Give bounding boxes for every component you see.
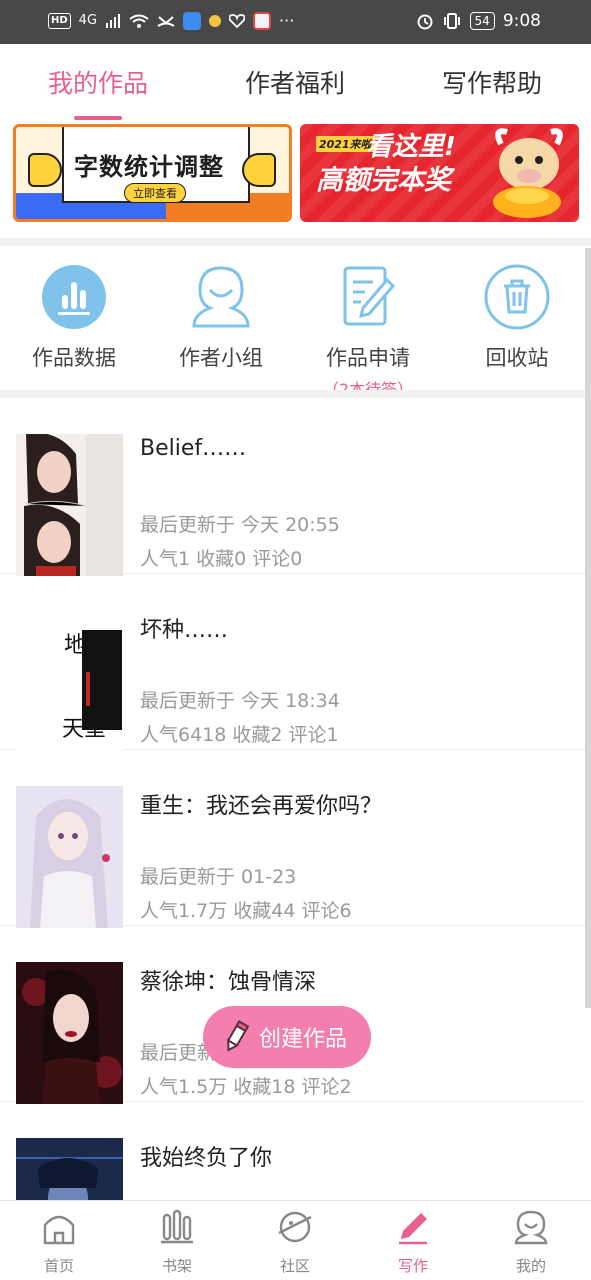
missed-call-icon <box>157 15 175 27</box>
nav-write[interactable]: 写作 <box>373 1209 453 1276</box>
action-label: 作品申请 <box>326 346 410 370</box>
cover-text-top: 地狱 <box>64 633 108 658</box>
work-cover: 地狱 天堂 <box>16 610 123 752</box>
work-stats: 人气1.5万 收藏18 评论2 <box>140 1076 352 1098</box>
work-stats: 人气1 收藏0 评论0 <box>140 548 303 570</box>
action-work-data[interactable]: 作品数据 <box>14 264 134 372</box>
home-icon <box>43 1215 75 1245</box>
vibrate-icon <box>443 13 460 29</box>
pencil-icon <box>227 1020 249 1052</box>
action-work-application[interactable]: 作品申请 （2本待签） <box>308 264 428 400</box>
more-notifications: ··· <box>279 11 295 30</box>
wifi-icon <box>129 14 149 28</box>
megaphone-icon <box>28 153 62 187</box>
banner-title: 字数统计调整 <box>74 153 224 181</box>
megaphone-icon <box>242 153 276 187</box>
nav-home[interactable]: 首页 <box>19 1209 99 1276</box>
text-cover-image: 地狱 天堂 <box>16 610 123 752</box>
portrait-cover-image <box>16 434 123 576</box>
network-indicator: 4G <box>78 13 98 28</box>
create-work-label: 创建作品 <box>259 1027 348 1052</box>
banner-subheadline: 高额完本奖 <box>316 165 451 196</box>
top-tabs: 我的作品 作者福利 写作帮助 <box>0 44 591 122</box>
work-title: 重生：我还会再爱你吗？ <box>140 794 383 819</box>
status-left: HD 4G ··· <box>48 11 294 30</box>
banner-completion-award[interactable]: 2021来啦 看这里! 高额完本奖 <box>300 124 579 222</box>
bar-chart-icon <box>42 265 106 329</box>
work-updated: 最后更新于 今天 20:55 <box>140 514 340 536</box>
nav-bookshelf[interactable]: 书架 <box>137 1209 217 1276</box>
action-recycle-bin[interactable]: 回收站 <box>457 264 577 372</box>
bulb-notification-icon <box>209 14 222 27</box>
action-label: 回收站 <box>485 346 549 370</box>
battery-level: 54 <box>469 12 495 30</box>
heart-notification-icon <box>229 13 246 28</box>
score-notification-icon <box>253 11 272 30</box>
status-bar: HD 4G ··· 54 9:08 <box>0 0 591 44</box>
dark-portrait-cover-image <box>16 962 123 1104</box>
nav-label: 我的 <box>515 1257 546 1275</box>
trash-icon <box>484 264 550 330</box>
section-divider <box>0 238 591 246</box>
work-item[interactable]: 重生：我还会再爱你吗？ 最后更新于 01-23 人气1.7万 收藏44 评论6 <box>0 750 585 928</box>
active-tab-indicator <box>74 116 122 120</box>
work-stats: 人气6418 收藏2 评论1 <box>140 724 339 746</box>
scrollbar[interactable] <box>585 248 591 1008</box>
pen-icon <box>399 1213 427 1245</box>
view-now-button[interactable]: 立即查看 <box>124 183 186 203</box>
nav-label: 写作 <box>397 1257 428 1275</box>
app-root: HD 4G ··· 54 9:08 我的作品 作者福利 写作帮助 字数统计调整 … <box>0 0 591 1280</box>
group-icon <box>192 266 250 328</box>
work-cover <box>16 962 123 1104</box>
hd-indicator: HD <box>48 12 71 29</box>
action-label: 作品数据 <box>32 346 116 370</box>
app-notification-icon <box>183 11 202 30</box>
work-cover <box>16 434 123 576</box>
ox-mascot-icon <box>493 128 563 218</box>
nav-profile[interactable]: 我的 <box>491 1209 571 1276</box>
work-stats: 人气1.7万 收藏44 评论6 <box>140 900 352 922</box>
action-label: 作者小组 <box>179 346 263 370</box>
time: 9:08 <box>502 11 541 31</box>
nav-community[interactable]: 社区 <box>255 1209 335 1276</box>
work-updated: 最后更新于 今天 18:34 <box>140 690 340 712</box>
bottom-nav: 首页 书架 社区 写作 我的 <box>0 1200 591 1280</box>
work-title: 坏种…… <box>140 618 229 643</box>
banner-word-count[interactable]: 字数统计调整 立即查看 <box>13 124 292 222</box>
work-cover <box>16 786 123 928</box>
work-updated: 最后更新于 01-23 <box>140 866 297 888</box>
work-item[interactable]: Belief…… 最后更新于 今天 20:55 人气1 收藏0 评论0 <box>0 398 585 576</box>
signal-icon <box>106 13 121 28</box>
community-icon <box>278 1211 312 1243</box>
anime-cover-image <box>16 786 123 928</box>
bookshelf-icon <box>161 1209 193 1244</box>
profile-icon <box>514 1210 548 1245</box>
nav-label: 书架 <box>161 1257 192 1275</box>
nav-label: 社区 <box>279 1257 310 1275</box>
work-title: 蔡徐坤：蚀骨情深 <box>140 970 317 995</box>
work-item[interactable]: 地狱 天堂 坏种…… 最后更新于 今天 18:34 人气6418 收藏2 评论1 <box>0 574 585 752</box>
edit-form-icon <box>343 266 396 326</box>
action-author-group[interactable]: 作者小组 <box>161 264 281 372</box>
alarm-icon <box>417 14 433 30</box>
create-work-button[interactable]: 创建作品 <box>203 1006 371 1068</box>
tab-author-benefits[interactable]: 作者福利 <box>245 64 345 100</box>
tab-my-works[interactable]: 我的作品 <box>48 64 148 100</box>
quick-actions: 作品数据 作者小组 作品申请 （2本待签） 回 <box>0 248 591 399</box>
status-right: 54 9:08 <box>416 11 541 31</box>
work-title: 我始终负了你 <box>140 1146 273 1171</box>
work-title: Belief…… <box>140 436 247 461</box>
cover-text-bottom: 天堂 <box>62 717 106 742</box>
section-divider <box>0 390 591 398</box>
nav-label: 首页 <box>43 1257 74 1275</box>
tab-writing-help[interactable]: 写作帮助 <box>442 64 542 100</box>
